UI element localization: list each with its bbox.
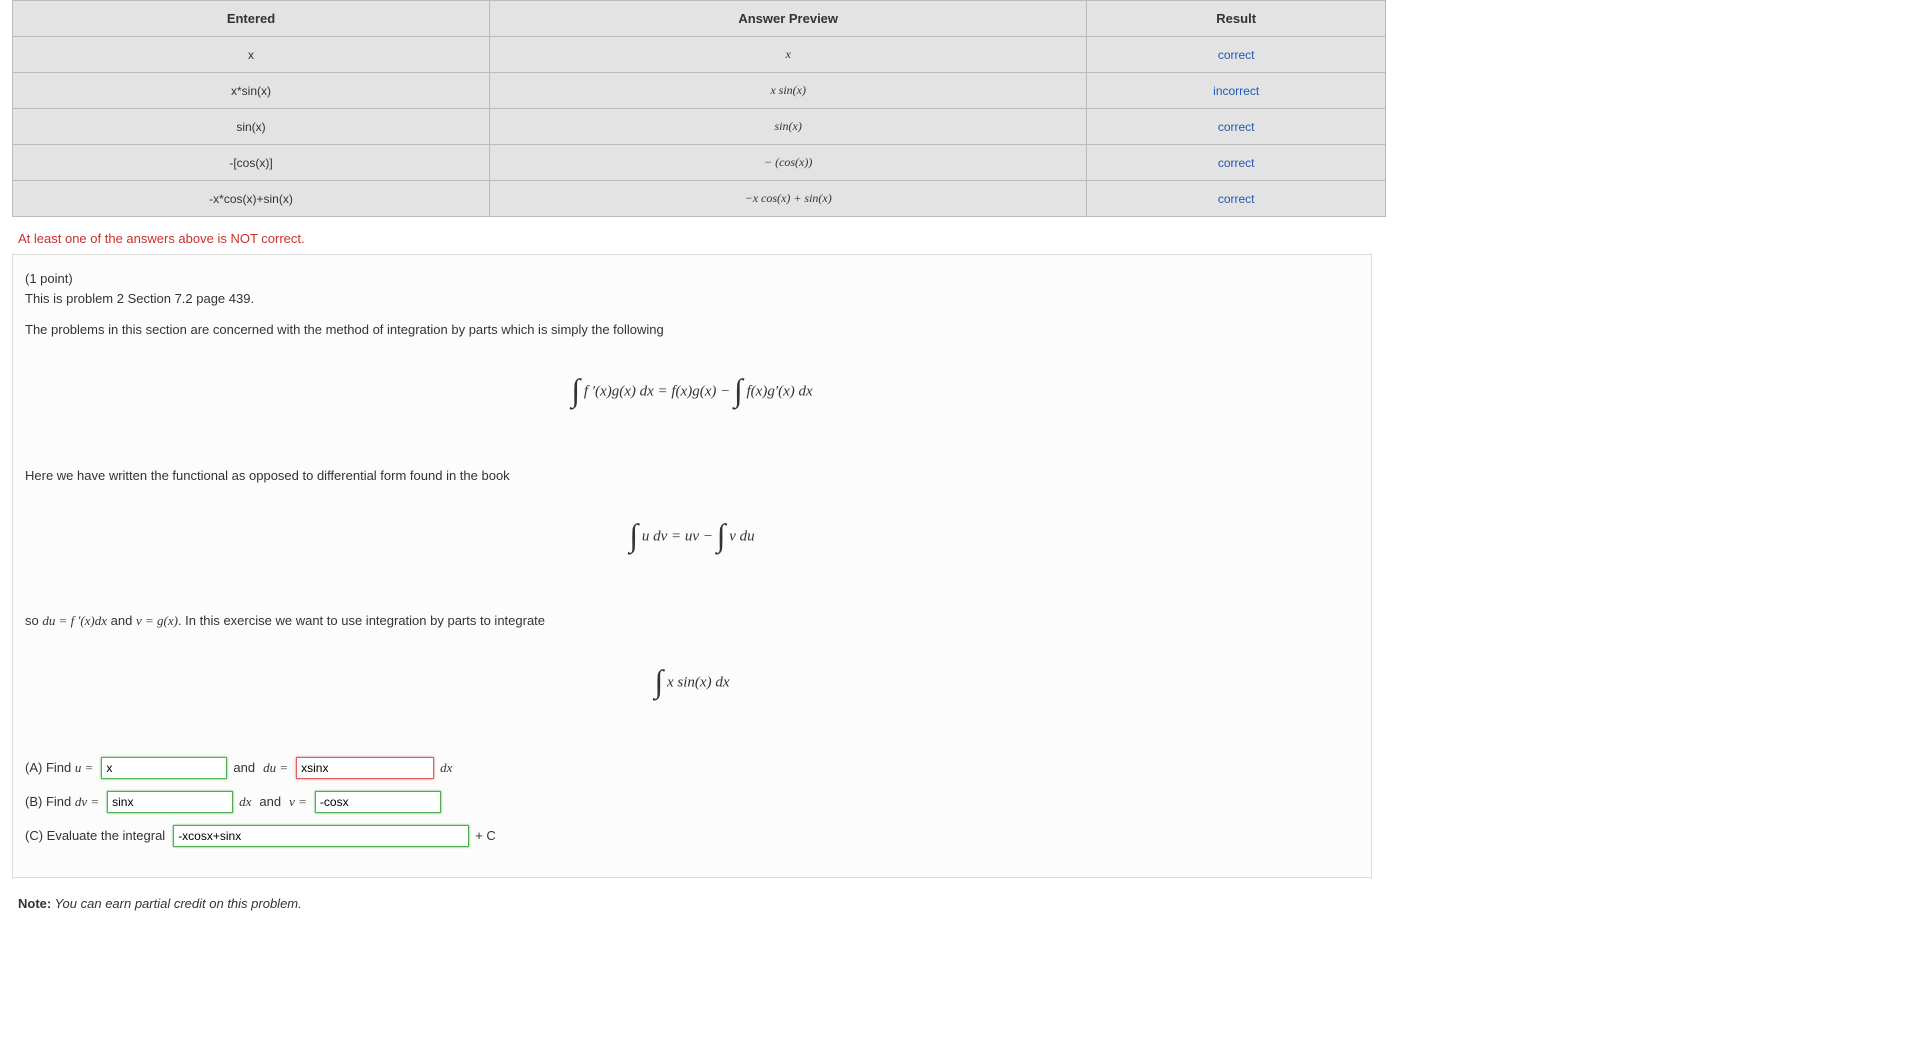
table-row: x*sin(x)x sin(x)incorrect (13, 73, 1386, 109)
cell-entered: x (13, 37, 490, 73)
problem-mid2: so du = f ′(x)dx and v = g(x). In this e… (25, 611, 1359, 631)
equation-ibp-differential: ∫ u dv = uv − ∫ v du (25, 513, 1359, 561)
part-c-label: (C) Evaluate the integral (25, 826, 165, 846)
input-du[interactable] (296, 757, 434, 779)
label-du: du = (263, 758, 288, 778)
label-plus-c: + C (475, 826, 496, 846)
cell-entered: -x*cos(x)+sin(x) (13, 181, 490, 217)
table-row: xxcorrect (13, 37, 1386, 73)
cell-result: correct (1087, 37, 1386, 73)
cell-entered: sin(x) (13, 109, 490, 145)
col-header-entered: Entered (13, 1, 490, 37)
table-row: -[cos(x)]− (cos(x))correct (13, 145, 1386, 181)
text-and: and (107, 613, 136, 628)
part-c-row: (C) Evaluate the integral + C (25, 825, 1359, 847)
text-rest: . In this exercise we want to use integr… (178, 613, 545, 628)
points-label: (1 point) (25, 271, 73, 286)
math-v: v = g(x) (136, 613, 178, 628)
cell-preview: sin(x) (490, 109, 1087, 145)
note-partial-credit: Note: You can earn partial credit on thi… (18, 896, 1386, 911)
equation-ibp-functional: ∫ f ′(x)g(x) dx = f(x)g(x) − ∫ f(x)g′(x)… (25, 368, 1359, 416)
part-b-row: (B) Find dv = dx and v = (25, 791, 1359, 813)
part-a-label: (A) Find u = (25, 758, 93, 778)
cell-result: correct (1087, 109, 1386, 145)
text-and-a: and (233, 758, 255, 778)
problem-intro: The problems in this section are concern… (25, 320, 1359, 340)
label-v: v = (289, 792, 307, 812)
math-du: du = f ′(x)dx (42, 613, 107, 628)
cell-result: correct (1087, 145, 1386, 181)
input-integral[interactable] (173, 825, 469, 847)
table-row: sin(x)sin(x)correct (13, 109, 1386, 145)
problem-mid1: Here we have written the functional as o… (25, 466, 1359, 486)
label-dx-b: dx (239, 792, 251, 812)
cell-preview: − (cos(x)) (490, 145, 1087, 181)
input-v[interactable] (315, 791, 441, 813)
table-row: -x*cos(x)+sin(x)−x cos(x) + sin(x)correc… (13, 181, 1386, 217)
cell-entered: x*sin(x) (13, 73, 490, 109)
equation-target-integral: ∫ x sin(x) dx (25, 659, 1359, 707)
col-header-preview: Answer Preview (490, 1, 1087, 37)
results-table: Entered Answer Preview Result xxcorrectx… (12, 0, 1386, 217)
cell-preview: −x cos(x) + sin(x) (490, 181, 1087, 217)
label-dx-a: dx (440, 758, 452, 778)
note-bold: Note: (18, 896, 51, 911)
note-text: You can earn partial credit on this prob… (51, 896, 302, 911)
error-message: At least one of the answers above is NOT… (18, 231, 1386, 246)
text-so: so (25, 613, 42, 628)
problem-desc: This is problem 2 Section 7.2 page 439. (25, 291, 254, 306)
cell-preview: x (490, 37, 1087, 73)
problem-box: (1 point) This is problem 2 Section 7.2 … (12, 254, 1372, 878)
part-a-row: (A) Find u = and du = dx (25, 757, 1359, 779)
cell-result: correct (1087, 181, 1386, 217)
cell-preview: x sin(x) (490, 73, 1087, 109)
text-and-b: and (259, 792, 281, 812)
part-b-label: (B) Find dv = (25, 792, 99, 812)
cell-result: incorrect (1087, 73, 1386, 109)
col-header-result: Result (1087, 1, 1386, 37)
input-dv[interactable] (107, 791, 233, 813)
cell-entered: -[cos(x)] (13, 145, 490, 181)
input-u[interactable] (101, 757, 227, 779)
